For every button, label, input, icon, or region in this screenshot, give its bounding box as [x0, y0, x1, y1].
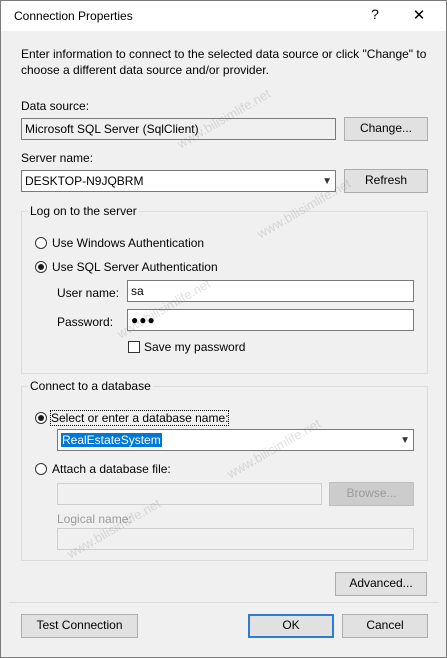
data-source-field: Microsoft SQL Server (SqlClient) [21, 118, 336, 140]
footer-divider [9, 602, 439, 603]
change-button[interactable]: Change... [344, 117, 428, 141]
title-bar[interactable]: Connection Properties ? ✕ [1, 1, 446, 31]
attach-file-radio[interactable] [35, 463, 47, 475]
chevron-down-icon[interactable]: ▼ [322, 174, 332, 190]
logical-name-input[interactable] [57, 528, 414, 550]
cancel-button[interactable]: Cancel [342, 614, 428, 638]
windows-auth-radio[interactable] [35, 237, 47, 249]
username-input[interactable]: sa [127, 280, 414, 302]
test-connection-button[interactable]: Test Connection [21, 614, 138, 638]
save-password-label[interactable]: Save my password [144, 340, 245, 354]
username-label: User name: [57, 286, 120, 300]
close-icon[interactable]: ✕ [408, 6, 430, 24]
password-input[interactable]: ●●● [127, 309, 414, 331]
select-database-label[interactable]: Select or enter a database name: [49, 410, 230, 426]
database-group-label: Connect to a database [28, 379, 153, 393]
save-password-checkbox[interactable] [128, 341, 140, 353]
windows-auth-label[interactable]: Use Windows Authentication [52, 236, 204, 250]
sql-auth-label[interactable]: Use SQL Server Authentication [52, 260, 218, 274]
server-name-combobox[interactable]: DESKTOP-N9JQBRM ▼ [21, 170, 336, 192]
data-source-label: Data source: [21, 99, 90, 113]
logon-group-label: Log on to the server [28, 204, 139, 218]
database-name-combobox[interactable]: RealEstateSystem ▼ [57, 429, 414, 451]
chevron-down-icon[interactable]: ▼ [400, 433, 410, 449]
sql-auth-radio[interactable] [35, 261, 47, 273]
browse-button[interactable]: Browse... [329, 482, 414, 506]
ok-button[interactable]: OK [248, 614, 334, 638]
logical-name-label: Logical name: [57, 512, 132, 526]
database-name-value: RealEstateSystem [61, 433, 162, 447]
connection-properties-dialog: Connection Properties ? ✕ Enter informat… [0, 0, 447, 658]
refresh-button[interactable]: Refresh [344, 169, 428, 193]
advanced-button[interactable]: Advanced... [335, 572, 427, 596]
attach-file-label[interactable]: Attach a database file: [52, 462, 171, 476]
intro-text-line-2: choose a different data source and/or pr… [21, 63, 269, 77]
help-icon[interactable]: ? [364, 6, 386, 22]
intro-text-line-1: Enter information to connect to the sele… [21, 47, 427, 61]
server-name-value: DESKTOP-N9JQBRM [25, 174, 144, 188]
server-name-label: Server name: [21, 151, 94, 165]
dialog-title: Connection Properties [14, 9, 133, 23]
attach-file-input[interactable] [57, 483, 322, 505]
password-label: Password: [57, 315, 114, 329]
select-database-radio[interactable] [35, 412, 47, 424]
